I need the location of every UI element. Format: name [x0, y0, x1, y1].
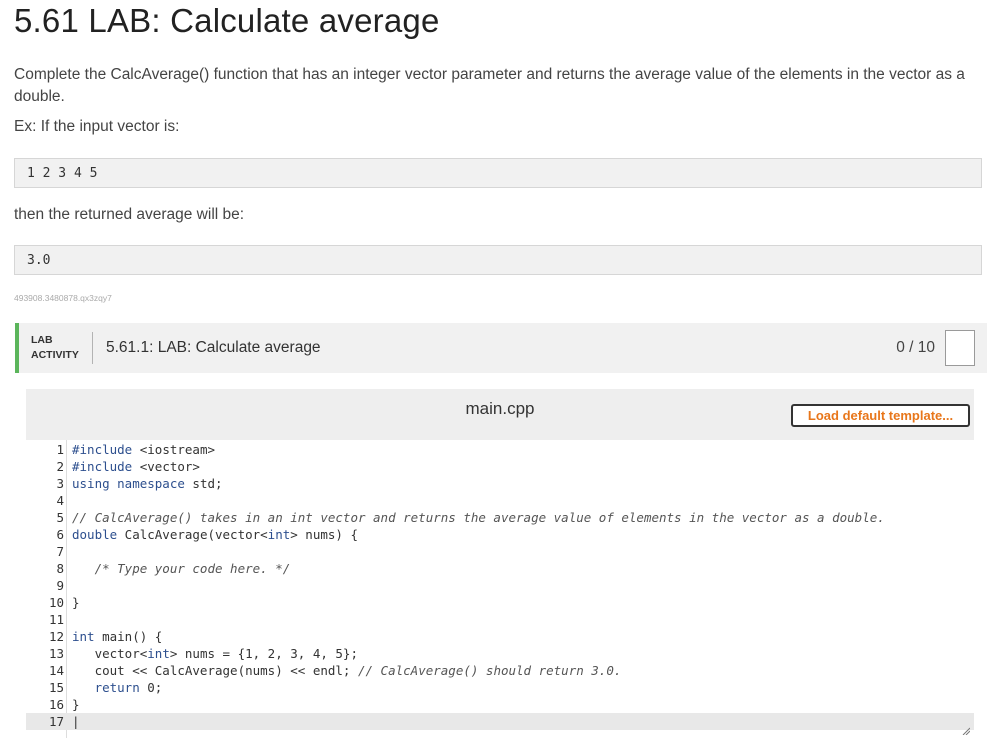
- divider: [92, 332, 93, 364]
- line-number: 11: [48, 612, 64, 627]
- line-number: 5: [56, 510, 64, 525]
- line-number: 12: [48, 629, 64, 644]
- code-editor-panel: main.cpp Load default template... 1 #incl…: [26, 389, 974, 738]
- code-line: }: [72, 595, 80, 610]
- line-number: 10: [48, 595, 64, 610]
- resize-handle-icon[interactable]: [962, 727, 970, 735]
- problem-id: 493908.3480878.qx3zqy7: [14, 293, 112, 303]
- line-number: 8: [56, 561, 64, 576]
- code-line: }: [72, 697, 80, 712]
- code-line: return 0;: [94, 680, 163, 695]
- example-intro: Ex: If the input vector is:: [14, 118, 180, 135]
- lab-activity-header: LAB ACTIVITY 5.61.1: LAB: Calculate aver…: [15, 323, 987, 373]
- page-title: 5.61 LAB: Calculate average: [14, 2, 440, 39]
- line-number: 15: [48, 680, 64, 695]
- code-line: double CalcAverage(vector<int> nums) {: [72, 527, 358, 542]
- load-default-template-button[interactable]: Load default template...: [791, 404, 970, 427]
- code-line: int main() {: [72, 629, 163, 644]
- line-number: 3: [56, 476, 64, 491]
- lab-activity-title: 5.61.1: LAB: Calculate average: [106, 339, 321, 356]
- line-number: 13: [48, 646, 64, 661]
- code-line: // CalcAverage() takes in an int vector …: [72, 510, 885, 525]
- code-editor[interactable]: 1 #include <iostream> 2 #include <vector> …: [26, 440, 974, 738]
- lab-score: 0 / 10: [896, 339, 935, 356]
- lab-description: Complete the CalcAverage() function that…: [14, 66, 965, 105]
- example-input-box: 1 2 3 4 5: [14, 158, 982, 188]
- code-line: |: [72, 714, 80, 729]
- line-number: 17: [48, 714, 64, 729]
- line-number: 16: [48, 697, 64, 712]
- line-number: 1: [56, 442, 64, 457]
- code-line: using namespace std;: [72, 476, 223, 491]
- code-line: cout << CalcAverage(nums) << endl; // Ca…: [72, 663, 622, 678]
- lab-tag-line1: LAB: [31, 334, 53, 346]
- example-then-text: then the returned average will be:: [14, 206, 245, 223]
- code-line: #include <vector>: [72, 459, 200, 474]
- lab-activity-tag: LAB ACTIVITY: [31, 333, 79, 363]
- line-number: 7: [56, 544, 64, 559]
- code-line: /* Type your code here. */: [72, 561, 291, 576]
- line-number: 4: [56, 493, 64, 508]
- code-line: vector<int> nums = {1, 2, 3, 4, 5};: [72, 646, 358, 661]
- line-number: 6: [56, 527, 64, 542]
- line-number: 2: [56, 459, 64, 474]
- code-line: #include <iostream>: [72, 442, 216, 457]
- completion-badge-icon: [945, 330, 975, 366]
- line-number: 14: [48, 663, 64, 678]
- example-output-box: 3.0: [14, 245, 982, 275]
- lab-tag-line2: ACTIVITY: [31, 349, 79, 361]
- line-number: 9: [56, 578, 64, 593]
